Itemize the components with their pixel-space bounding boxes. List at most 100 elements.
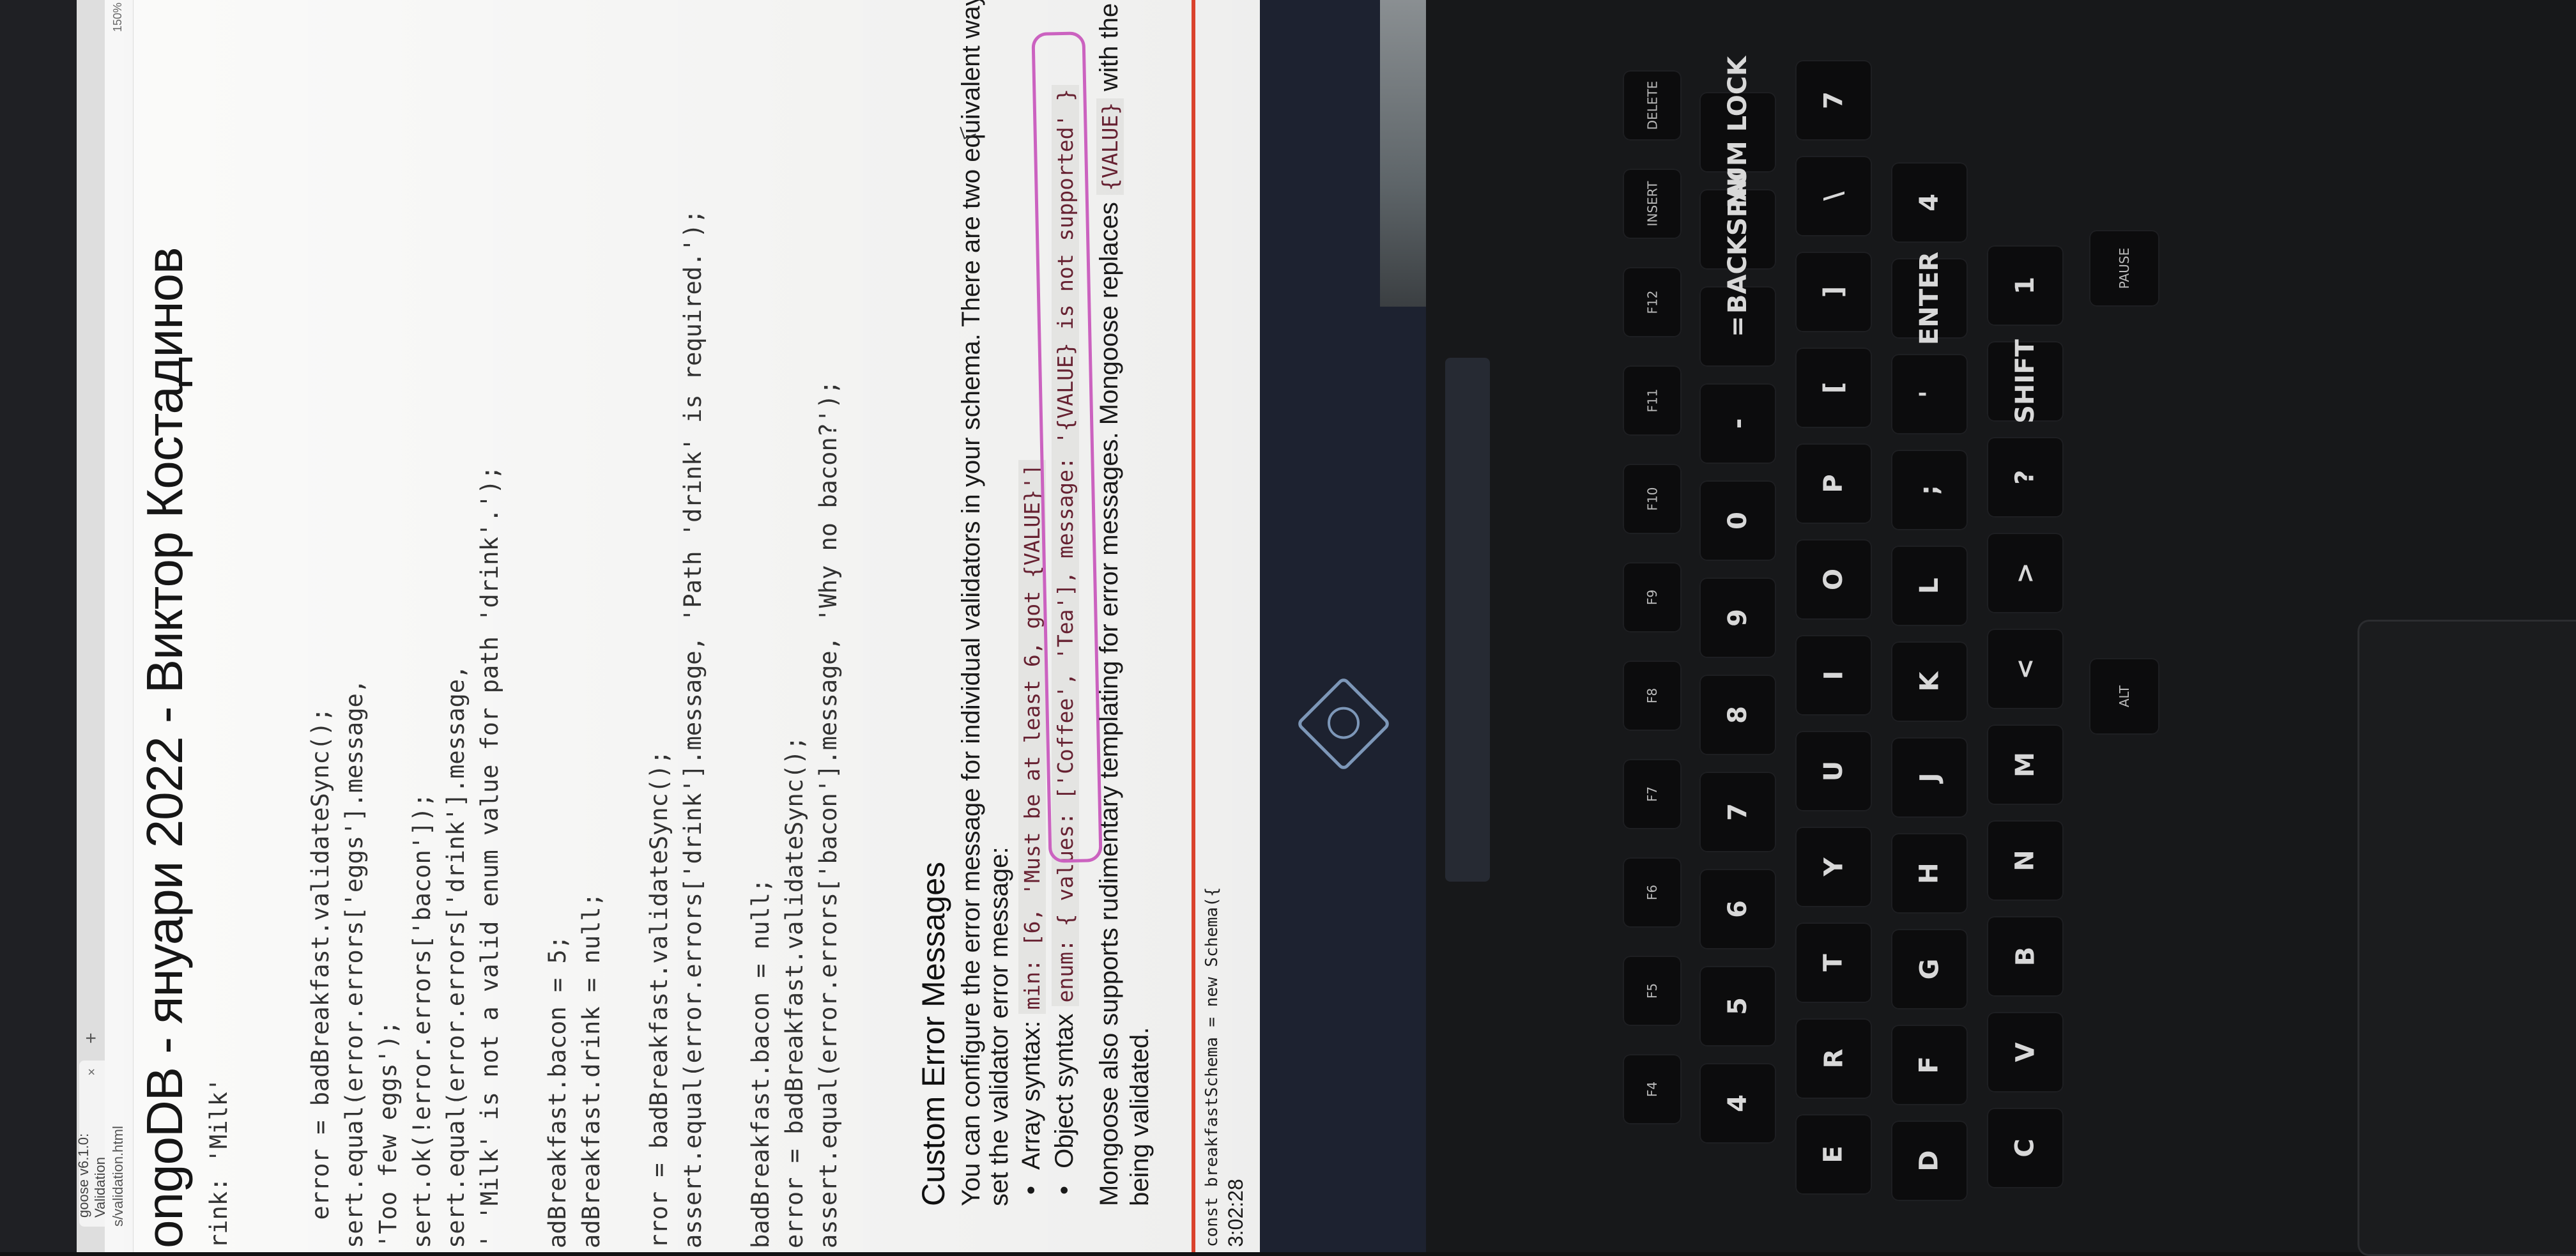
key-label: NUM LOCK	[1723, 56, 1753, 209]
keyboard-key: \	[1795, 156, 1872, 236]
key-label: K	[1915, 671, 1944, 692]
keyboard-key: 6	[1699, 869, 1776, 949]
tab-close-icon[interactable]: ×	[85, 1068, 100, 1076]
key-label: C	[2010, 1138, 2040, 1158]
code-line: assert.equal(error.errors['bacon'].messa…	[815, 380, 842, 1248]
key-label: F11	[1644, 388, 1660, 413]
key-label: '	[1915, 390, 1944, 399]
key-label: F10	[1644, 487, 1660, 511]
key-label: F5	[1644, 983, 1660, 999]
paragraph-line: being validated.	[1126, 1027, 1154, 1206]
key-label: F	[1914, 1056, 1944, 1074]
key-label: =	[1722, 316, 1752, 337]
keyboard-key: M	[1987, 724, 2064, 805]
key-label: T	[1818, 954, 1848, 972]
keyboard-key: 1	[1987, 245, 2064, 326]
key-label: INSERT	[1644, 181, 1660, 227]
keyboard-key: <	[1987, 629, 2064, 709]
keyboard-key: L	[1891, 546, 1968, 626]
code-line: badBreakfast.bacon = null;	[747, 878, 774, 1248]
keyboard-key: O	[1795, 539, 1872, 620]
key-label: F6	[1644, 884, 1660, 901]
key-label: 7	[1723, 803, 1752, 821]
tab-title: goose v6.1.0: Validation	[77, 1133, 108, 1218]
inline-code: {VALUE}	[1096, 98, 1124, 195]
key-label: ENTER	[1915, 251, 1944, 346]
code-line: error = badBreakfast.validateSync();	[307, 707, 334, 1248]
keyboard-key: D	[1891, 1121, 1968, 1201]
key-label: U	[1818, 760, 1848, 782]
code-line: adBreakfast.drink = null;	[578, 892, 605, 1248]
key-label: -	[1722, 418, 1752, 429]
code-line: sert.equal(error.errors['eggs'].message,	[341, 678, 368, 1248]
key-label: ?	[2010, 470, 2040, 485]
keyboard-key: ;	[1891, 450, 1968, 530]
keyboard-key: E	[1795, 1114, 1872, 1195]
key-label: V	[2011, 1042, 2040, 1062]
bullet-label: Object syntax	[1050, 1013, 1078, 1168]
code-line: sert.ok(!error.errors['bacon']);	[408, 793, 436, 1248]
url-text[interactable]: s/validation.html	[110, 1126, 126, 1227]
key-label: E	[1818, 1145, 1848, 1163]
keyboard-key: ?	[1987, 437, 2064, 517]
keyboard-key: F8	[1623, 661, 1682, 731]
page-title: ongoDB - януари 2022 - Виктор Костадинов	[136, 247, 193, 1248]
key-label: 7	[1819, 91, 1848, 109]
keyboard-key: 7	[1795, 60, 1872, 141]
keyboard-key: F7	[1623, 759, 1682, 829]
keyboard-key: 0	[1699, 480, 1776, 561]
touchpad	[2358, 620, 2576, 1256]
keyboard-key: 8	[1699, 675, 1776, 755]
key-label: ALT	[2116, 685, 2132, 708]
key-label: H	[1914, 862, 1944, 884]
code-line: sert.equal(error.errors['drink'].message…	[442, 664, 470, 1248]
video-timestamp: 3:02:28	[1224, 1179, 1247, 1247]
keyboard-key: F6	[1623, 857, 1682, 928]
key-label: N	[2010, 850, 2040, 871]
keyboard-key: 4	[1891, 162, 1968, 243]
keyboard-key: T	[1795, 923, 1872, 1003]
screen-bezel-top	[0, 0, 77, 1252]
video-progress-bar[interactable]	[1192, 0, 1195, 1252]
bullet-label: Array syntax:	[1017, 1020, 1045, 1170]
code-line: 'Too few eggs');	[374, 1020, 402, 1248]
section-heading: Custom Error Messages	[916, 861, 951, 1206]
key-label: 0	[1723, 512, 1752, 530]
key-label: F4	[1644, 1081, 1660, 1098]
keyboard-key: F12	[1623, 267, 1682, 337]
keyboard-key: K	[1891, 641, 1968, 722]
key-label: G	[1915, 958, 1944, 980]
code-line: ' 'Milk' is not a valid enum value for p…	[476, 465, 503, 1248]
key-label: \	[1818, 191, 1848, 201]
keyboard-key: U	[1795, 731, 1872, 811]
address-bar[interactable]: s/validation.html 150%	[105, 0, 134, 1252]
new-tab-button[interactable]: +	[80, 1027, 102, 1049]
keyboard-key: R	[1795, 1018, 1872, 1099]
paragraph-line: Mongoose also supports rudimentary templ…	[1095, 0, 1124, 1206]
zoom-indicator[interactable]: 150%	[111, 3, 125, 32]
keyboard-key: V	[1987, 1012, 2064, 1092]
browser-tab[interactable]: goose v6.1.0: Validation ×	[77, 1061, 108, 1227]
keyboard-key: F11	[1623, 365, 1682, 436]
keyboard-key: DELETE	[1623, 70, 1682, 141]
keyboard-key: -	[1699, 383, 1776, 464]
code-peek: const breakfastSchema = new Schema({	[1202, 887, 1222, 1247]
key-label: 4	[1723, 1094, 1752, 1112]
keyboard-key: ]	[1795, 252, 1872, 332]
key-label: >	[2010, 562, 2040, 584]
keyboard-key: J	[1891, 737, 1968, 818]
key-label: DELETE	[1644, 80, 1660, 130]
keyboard-key: [	[1795, 348, 1872, 428]
code-line: error = badBreakfast.validateSync();	[781, 736, 808, 1248]
key-label: F9	[1644, 589, 1660, 606]
keyboard-key: F	[1891, 1025, 1968, 1105]
key-label: F7	[1644, 786, 1660, 802]
keyboard-key: NUM LOCK	[1699, 56, 1776, 208]
key-label: L	[1915, 578, 1944, 594]
keyboard-key: F4	[1623, 1054, 1682, 1124]
keyboard-key: INSERT	[1623, 169, 1682, 239]
key-label: Y	[1819, 857, 1848, 877]
keyboard-key: ALT	[2089, 658, 2159, 735]
key-label: I	[1818, 670, 1848, 680]
paragraph-line: set the validator error message:	[985, 846, 1013, 1206]
